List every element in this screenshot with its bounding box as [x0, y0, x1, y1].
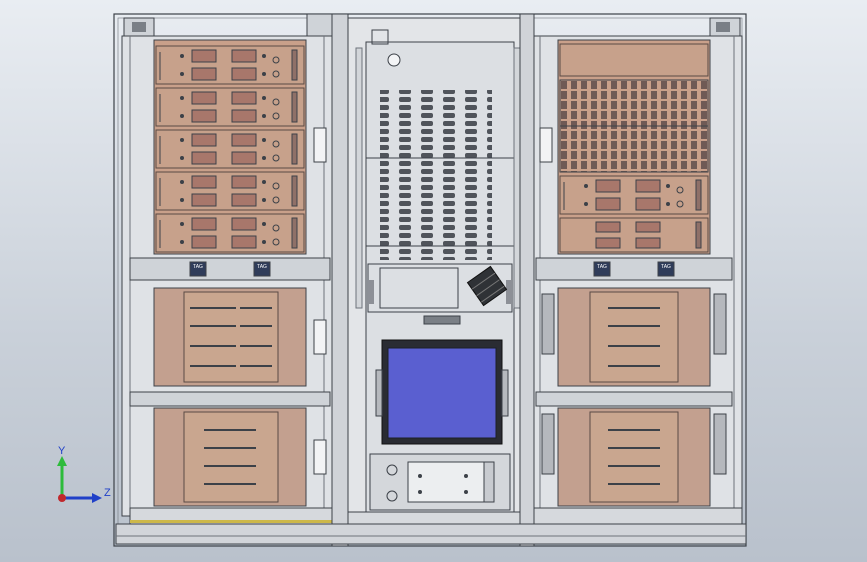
- left-tag-label-1: TAG: [193, 264, 203, 270]
- left-module-stack: [153, 39, 307, 255]
- right-tag-plate: TAG TAG: [535, 257, 733, 281]
- triad-z-label: Z: [104, 487, 111, 499]
- right-module-stack: [557, 39, 711, 255]
- left-drawer-upper: [153, 287, 307, 387]
- right-drawer-lower: [541, 407, 727, 507]
- left-rack: TAG TAG: [121, 35, 333, 525]
- axis-triad-icon: Y Z: [57, 445, 111, 503]
- right-tag-label-2: TAG: [661, 264, 671, 270]
- cabinet-drawing: TAG TAG TAG TAG Y Z: [57, 13, 747, 547]
- cabinet-base: [115, 523, 747, 545]
- center-monitor: [375, 339, 509, 445]
- left-tag-label-2: TAG: [257, 264, 267, 270]
- triad-y-label: Y: [58, 445, 66, 457]
- right-tag-label-1: TAG: [597, 264, 607, 270]
- center-control-panel: [369, 453, 511, 511]
- left-tag-plate: TAG TAG: [129, 257, 331, 281]
- right-rack: TAG TAG: [533, 35, 743, 525]
- center-vent-panel: [380, 90, 492, 260]
- right-drawer-upper: [541, 287, 727, 387]
- left-drawer-lower: [153, 407, 307, 507]
- cad-viewport[interactable]: TAG TAG TAG TAG Y Z: [0, 0, 867, 562]
- monitor-screen: [387, 347, 497, 439]
- center-rack: [347, 17, 521, 545]
